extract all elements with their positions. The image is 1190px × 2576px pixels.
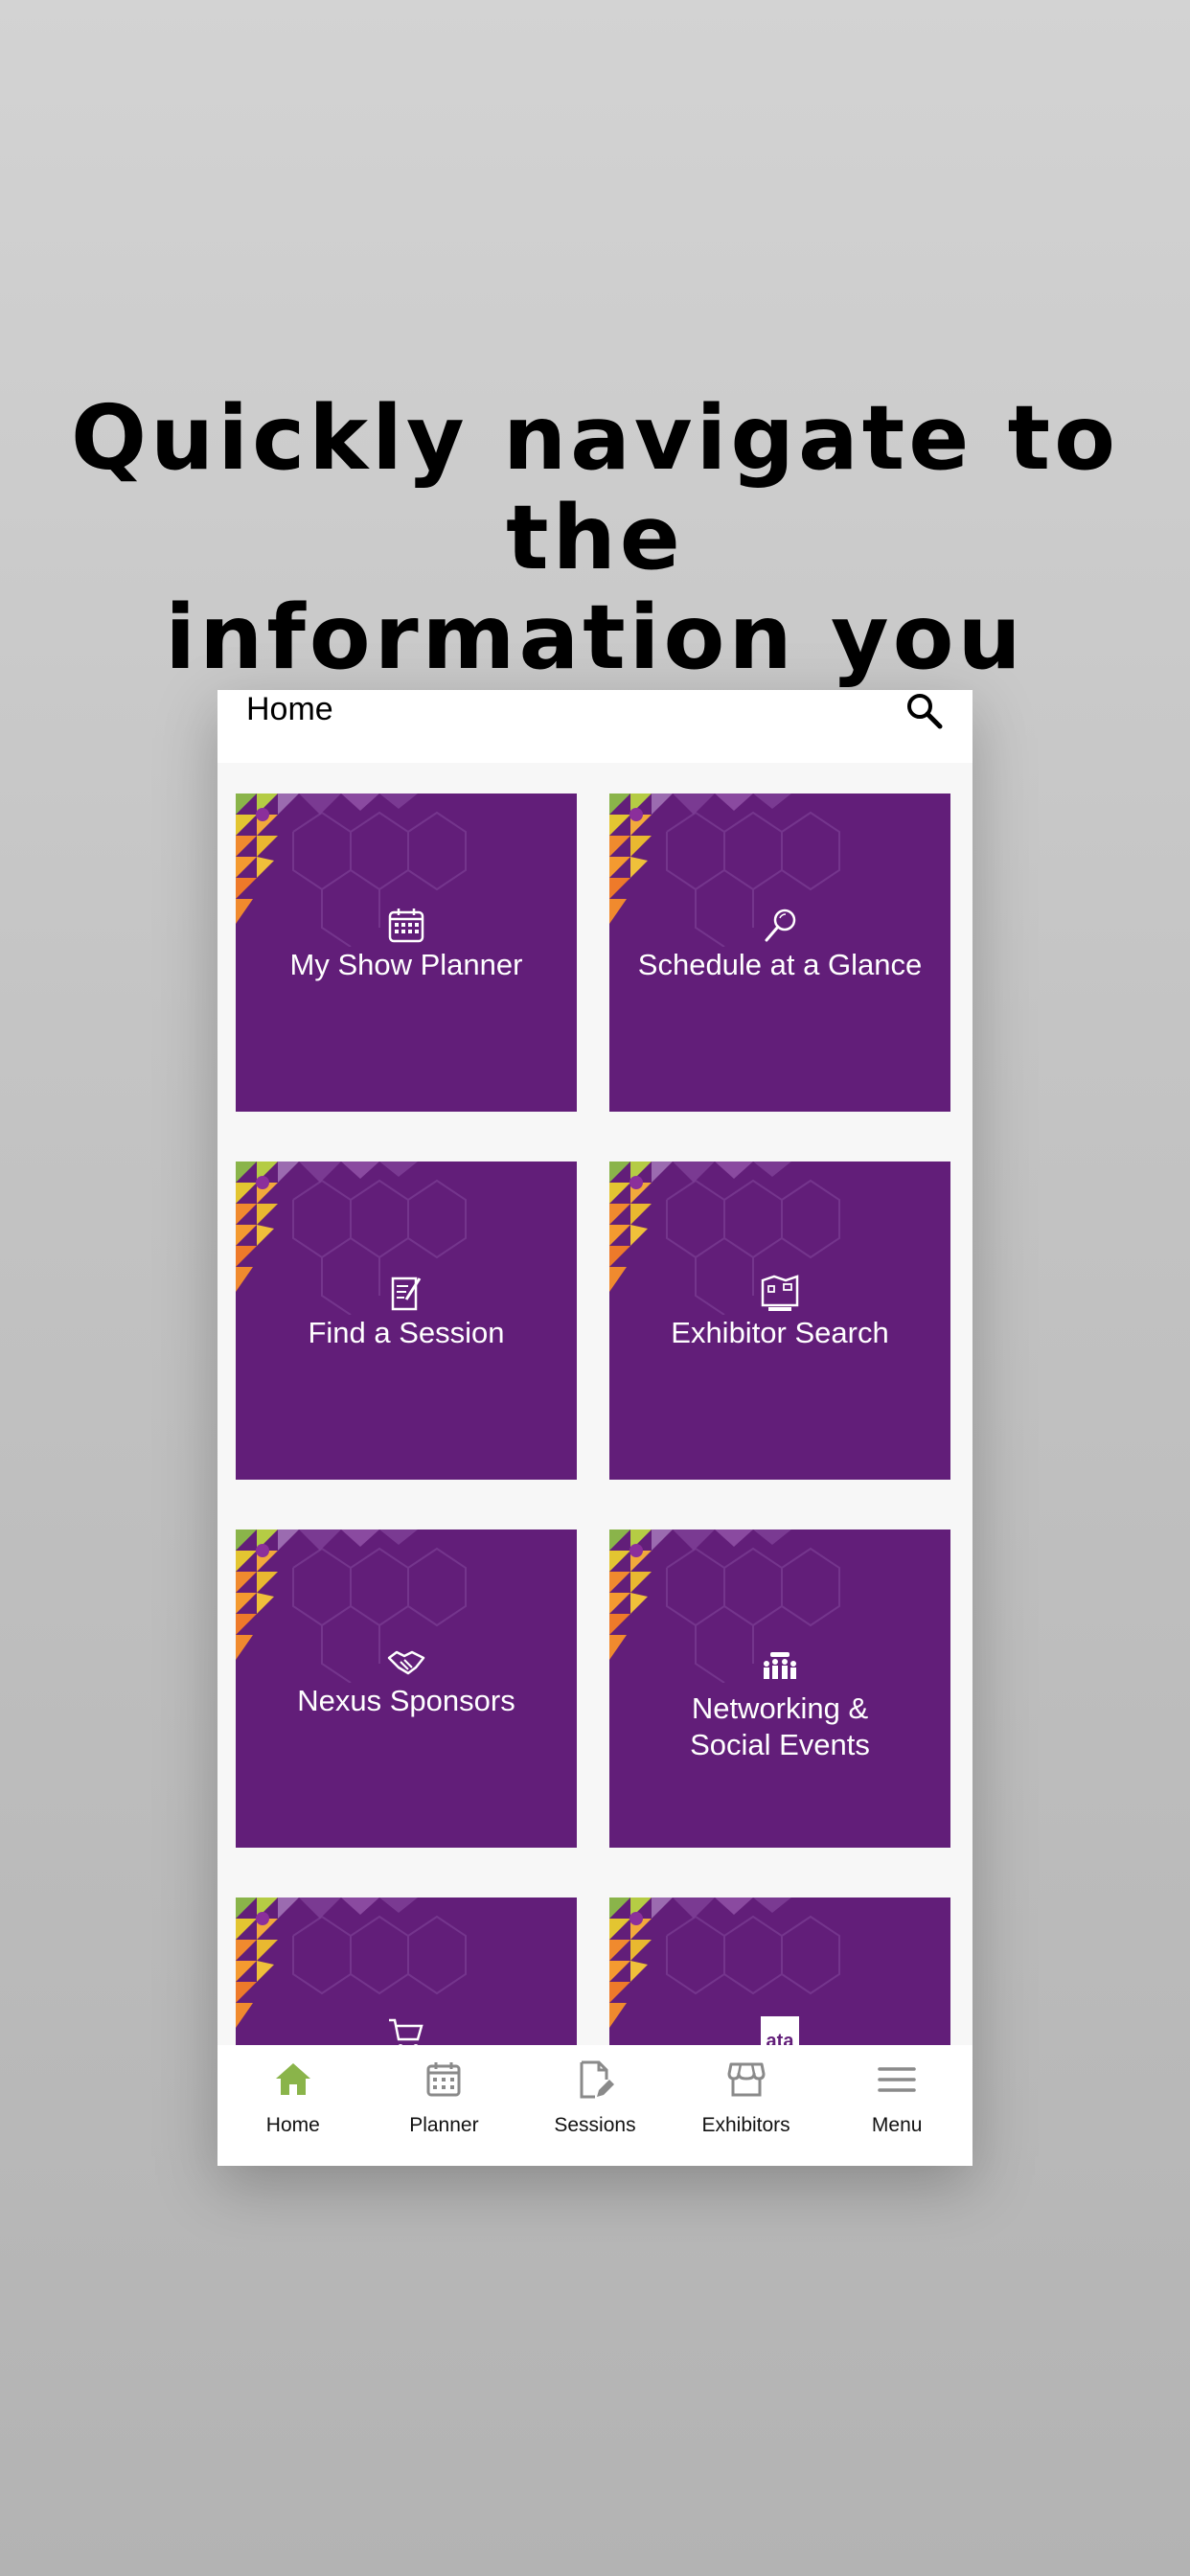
tab-exhibitors[interactable]: Exhibitors [671,2045,822,2166]
home-icon [275,2063,310,2095]
app-screen: Home My Show Planner Schedule at a Glanc… [217,690,973,2166]
tile-label: Exhibitor Search [671,1316,889,1349]
tile-label: Find a Session [308,1316,505,1349]
tile-label: Networking & Social Events [609,1690,950,1763]
tile-find-a-session[interactable]: Find a Session [236,1162,577,1480]
calendar-icon [426,2062,461,2097]
app-header: Home [217,690,973,763]
headline-line-1: Quickly navigate to the [70,386,1120,589]
search-icon [907,694,943,729]
tab-label: Exhibitors [701,2114,790,2136]
page-title: Home [246,691,333,727]
document-edit-icon [580,2060,614,2099]
tile-label-line-1: Networking & [691,1691,869,1725]
search-button[interactable] [904,690,946,732]
tile-my-show-planner[interactable]: My Show Planner [236,794,577,1112]
tile-schedule-at-a-glance[interactable]: Schedule at a Glance [609,794,950,1112]
tile-exhibitor-search[interactable]: Exhibitor Search [609,1162,950,1480]
tab-planner[interactable]: Planner [369,2045,520,2166]
tab-home[interactable]: Home [217,2045,369,2166]
people-group-icon [764,1652,796,1679]
handshake-icon [387,1650,425,1675]
tile-nexus-sponsors[interactable]: Nexus Sponsors [236,1530,577,1848]
tab-sessions[interactable]: Sessions [519,2045,671,2166]
tile-networking-social-events[interactable]: Networking & Social Events [609,1530,950,1848]
tab-label: Home [265,2114,320,2136]
tab-menu[interactable]: Menu [821,2045,973,2166]
document-pencil-icon [391,1276,422,1311]
tab-label: Sessions [554,2114,636,2136]
tab-label: Planner [409,2114,479,2136]
magnifier-icon [765,908,796,942]
calendar-icon [388,908,424,943]
floor-map-icon [761,1275,799,1311]
tab-label: Menu [871,2114,923,2136]
tile-label: My Show Planner [289,948,523,981]
hamburger-menu-icon [878,2067,916,2092]
tile-label: Schedule at a Glance [637,948,923,981]
tile-label: Nexus Sponsors [297,1684,515,1717]
bottom-tab-bar: Home Planner Sessions Exhibitors Menu [217,2045,973,2166]
tile-label-line-2: Social Events [690,1728,870,1761]
storefront-icon [727,2062,766,2097]
